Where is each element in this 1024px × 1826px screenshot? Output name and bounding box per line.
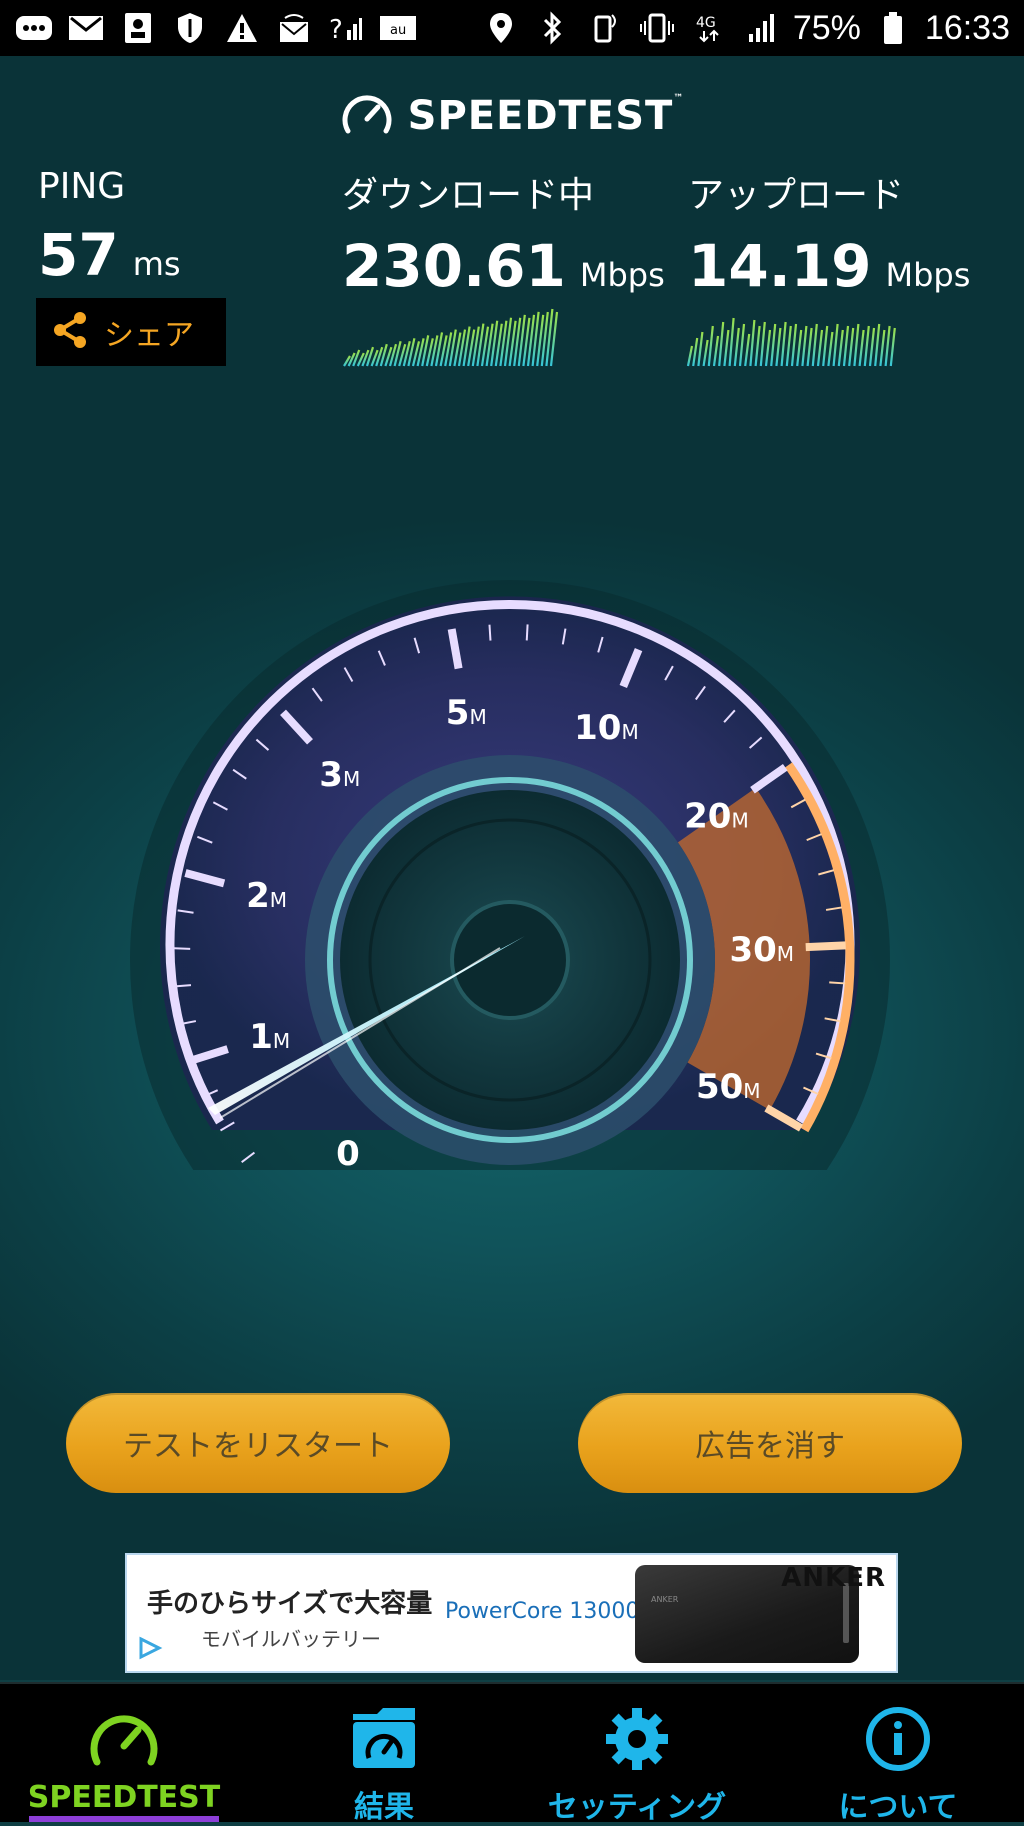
warning-icon <box>222 10 262 46</box>
clock: 16:33 <box>924 8 1010 47</box>
ad-subline: モバイルバッテリー <box>201 1627 381 1651</box>
app-header: SPEEDTEST™ <box>0 86 1024 146</box>
share-button[interactable]: シェア <box>36 298 226 366</box>
upload-value: 14.19 Mbps <box>688 232 971 300</box>
battery-percentage: 75% <box>792 8 861 47</box>
nav-item-speedtest[interactable]: SPEEDTEST <box>24 1684 224 1822</box>
contacts-icon <box>118 10 158 46</box>
ad-product-name: PowerCore 13000 <box>445 1599 640 1624</box>
svg-text:4G: 4G <box>696 15 716 31</box>
app-title: SPEEDTEST™ <box>407 93 685 139</box>
status-bar: ? au 4G 75% 16:33 <box>0 0 1024 56</box>
signal-unknown-icon: ? <box>326 10 366 46</box>
network-type-icon: 4G <box>689 10 729 46</box>
ping-value: 57 ms <box>38 221 181 289</box>
upload-metric: アップロード 14.19 Mbps <box>688 166 970 300</box>
results-folder-icon <box>349 1706 419 1776</box>
ping-label: PING <box>38 166 126 207</box>
download-label: ダウンロード中 <box>342 175 595 216</box>
nav-label-about: について <box>838 1790 958 1825</box>
nav-item-settings[interactable]: セッティング <box>532 1684 742 1825</box>
nav-label-results: 結果 <box>354 1790 414 1825</box>
ad-headline: 手のひらサイズで大容量 <box>147 1589 433 1619</box>
nav-label-settings: セッティング <box>547 1790 727 1825</box>
nav-item-results[interactable]: 結果 <box>304 1684 464 1825</box>
bottom-navigation: SPEEDTEST 結果 セッティング について <box>0 1682 1024 1825</box>
nfc-phone-icon <box>585 10 625 46</box>
ad-banner[interactable]: 手のひらサイズで大容量 モバイルバッテリー PowerCore 13000 AN… <box>125 1553 898 1673</box>
ad-brand-logo: ANKER <box>781 1563 886 1593</box>
bluetooth-icon <box>533 10 573 46</box>
ping-metric: PING 57 ms <box>38 166 181 289</box>
info-icon <box>865 1706 931 1776</box>
location-icon <box>481 10 521 46</box>
upload-label: アップロード <box>688 175 905 216</box>
share-label: シェア <box>104 318 194 353</box>
download-metric: ダウンロード中 230.61 Mbps <box>342 166 665 300</box>
speedometer-logo-icon <box>340 91 394 141</box>
speedometer-icon <box>87 1708 161 1774</box>
active-tab-indicator <box>29 1816 219 1822</box>
gauge-tick-label: 0 <box>336 1134 360 1170</box>
svg-text:?: ? <box>329 15 343 44</box>
au-icon: au <box>378 10 418 46</box>
remove-ads-button[interactable]: 広告を消す <box>578 1393 962 1493</box>
shield-icon <box>170 10 210 46</box>
gmail-icon <box>66 10 106 46</box>
mail-box-icon <box>274 10 314 46</box>
vibrate-icon <box>637 10 677 46</box>
share-icon <box>50 310 90 354</box>
messages-icon <box>14 10 54 46</box>
nav-label-speedtest: SPEEDTEST <box>27 1780 221 1815</box>
download-value: 230.61 Mbps <box>342 232 665 300</box>
ad-choices-icon[interactable] <box>137 1635 163 1665</box>
upload-waveform <box>686 317 896 367</box>
nav-item-about[interactable]: について <box>818 1684 978 1825</box>
speed-gauge: 01M2M3M5M 10M20M30M50M <box>130 580 890 1170</box>
battery-icon <box>873 10 913 46</box>
gear-icon <box>604 1706 670 1776</box>
cell-signal-icon <box>741 10 781 46</box>
download-waveform <box>343 308 559 367</box>
svg-text:au: au <box>390 23 406 38</box>
restart-test-button[interactable]: テストをリスタート <box>66 1393 450 1493</box>
